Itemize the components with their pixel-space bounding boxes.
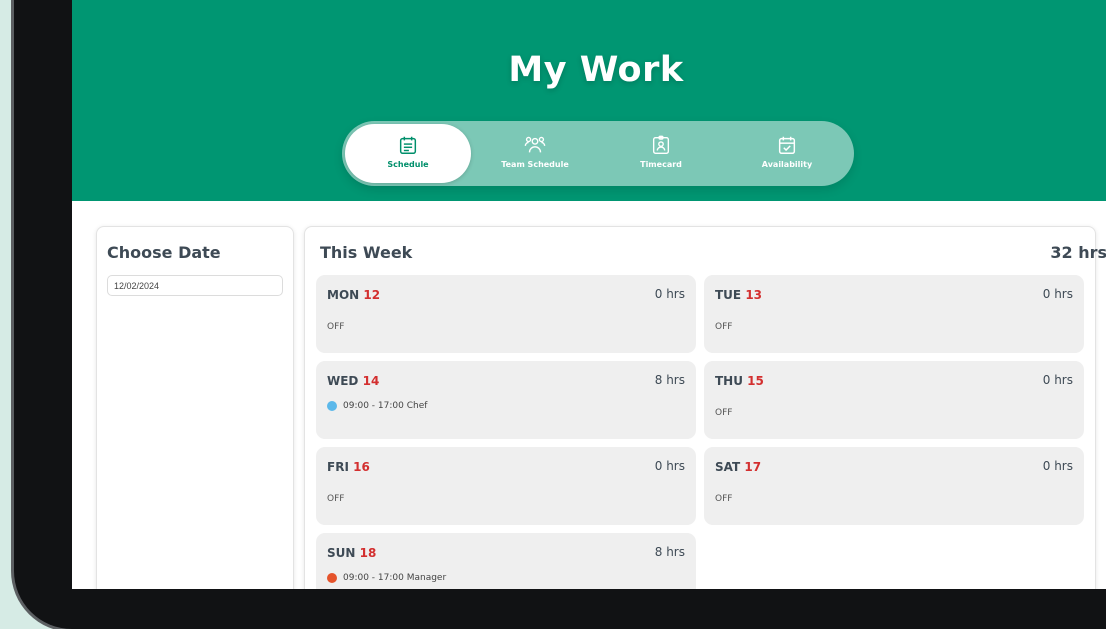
day-card-sat[interactable]: SAT 17 0 hrs OFF — [704, 447, 1084, 525]
day-hours: 0 hrs — [1042, 373, 1073, 387]
date-input[interactable] — [107, 275, 283, 296]
shift-entry[interactable]: 09:00 - 17:00 Manager — [327, 573, 446, 583]
day-card-wed[interactable]: WED 14 8 hrs 09:00 - 17:00 Chef — [316, 361, 696, 439]
week-schedule-panel: This Week 32 hrs MON 12 0 hrs OFF TUE 13… — [304, 226, 1106, 589]
day-status: OFF — [715, 494, 733, 504]
day-name: THU — [715, 374, 743, 388]
day-label: TUE 13 — [715, 288, 762, 302]
day-name: FRI — [327, 460, 349, 474]
day-number: 18 — [359, 546, 377, 560]
day-card-mon[interactable]: MON 12 0 hrs OFF — [316, 275, 696, 353]
day-number: 12 — [363, 288, 381, 302]
day-label: SAT 17 — [715, 460, 761, 474]
day-hours: 8 hrs — [654, 545, 685, 559]
day-label: FRI 16 — [327, 460, 370, 474]
tab-team-schedule[interactable]: Team Schedule — [472, 124, 598, 183]
shift-text: 09:00 - 17:00 Chef — [343, 401, 428, 411]
day-name: SAT — [715, 460, 741, 474]
app-header: My Work Schedule Team Schedule Timecard … — [72, 0, 1106, 201]
tab-bar: Schedule Team Schedule Timecard Availabi… — [342, 121, 854, 186]
day-card-tue[interactable]: TUE 13 0 hrs OFF — [704, 275, 1084, 353]
calendar-icon — [399, 136, 417, 154]
day-label: THU 15 — [715, 374, 764, 388]
day-name: MON — [327, 288, 360, 302]
day-name: SUN — [327, 546, 356, 560]
day-number: 17 — [744, 460, 762, 474]
day-number: 13 — [745, 288, 763, 302]
day-name: TUE — [715, 288, 742, 302]
day-status: OFF — [715, 322, 733, 332]
shift-color-dot — [327, 401, 337, 411]
day-number: 16 — [353, 460, 370, 474]
tab-availability-label: Availability — [761, 160, 813, 169]
day-hours: 8 hrs — [654, 373, 685, 387]
day-hours: 0 hrs — [654, 287, 685, 301]
day-label: WED 14 — [327, 374, 379, 388]
app-screen: My Work Schedule Team Schedule Timecard … — [72, 0, 1106, 589]
day-status: OFF — [715, 408, 733, 418]
day-card-sun[interactable]: SUN 18 8 hrs 09:00 - 17:00 Manager — [316, 533, 696, 589]
team-icon — [524, 136, 546, 153]
week-title: This Week — [320, 243, 413, 262]
day-card-fri[interactable]: FRI 16 0 hrs OFF — [316, 447, 696, 525]
shift-text: 09:00 - 17:00 Manager — [343, 573, 447, 583]
tablet-frame: My Work Schedule Team Schedule Timecard … — [14, 0, 1106, 629]
tab-availability[interactable]: Availability — [724, 124, 850, 183]
date-picker-panel: Choose Date — [96, 226, 294, 589]
day-hours: 0 hrs — [1042, 287, 1073, 301]
day-hours: 0 hrs — [1042, 459, 1073, 473]
day-name: WED — [327, 374, 359, 388]
badge-icon — [652, 135, 670, 154]
shift-color-dot — [327, 573, 337, 583]
tab-timecard-label: Timecard — [640, 160, 682, 169]
day-label: SUN 18 — [327, 546, 376, 560]
day-number: 15 — [747, 374, 764, 388]
tab-team-schedule-label: Team Schedule — [501, 160, 569, 169]
calendar-check-icon — [778, 136, 796, 154]
day-status: OFF — [327, 322, 345, 332]
day-label: MON 12 — [327, 288, 380, 302]
day-number: 14 — [362, 374, 380, 388]
day-card-thu[interactable]: THU 15 0 hrs OFF — [704, 361, 1084, 439]
day-status: OFF — [327, 494, 345, 504]
day-hours: 0 hrs — [654, 459, 685, 473]
page-title: My Work — [508, 50, 684, 90]
tab-schedule[interactable]: Schedule — [345, 124, 471, 183]
shift-entry[interactable]: 09:00 - 17:00 Chef — [327, 401, 427, 411]
tab-schedule-label: Schedule — [387, 160, 429, 169]
week-total-hours: 32 hrs — [1050, 243, 1106, 262]
tab-timecard[interactable]: Timecard — [598, 124, 724, 183]
date-picker-title: Choose Date — [107, 243, 221, 262]
